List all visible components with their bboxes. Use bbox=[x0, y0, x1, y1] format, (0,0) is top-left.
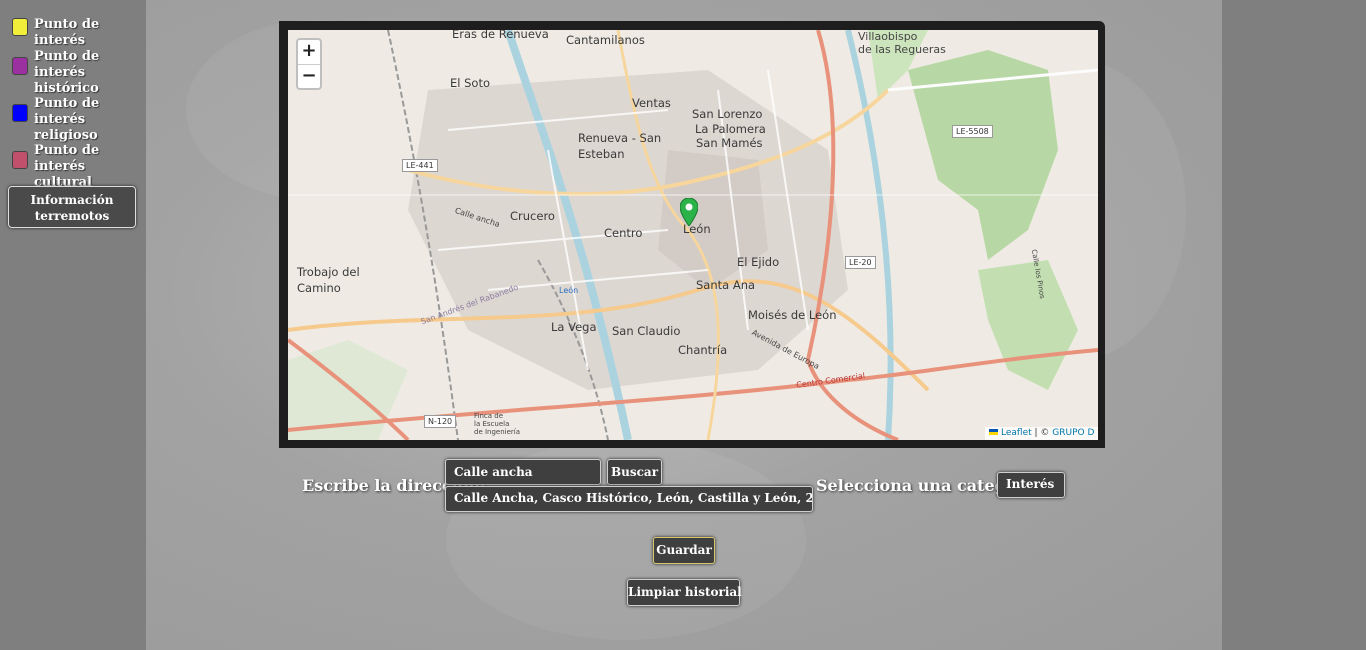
legend-label: Punto de interés bbox=[34, 17, 100, 48]
clear-history-button[interactable]: Limpiar historial bbox=[627, 579, 742, 606]
address-suggestion[interactable]: Calle Ancha, Casco Histórico, León, Cast… bbox=[445, 486, 813, 512]
map-pin-icon[interactable] bbox=[680, 198, 698, 226]
map[interactable]: Eras de Renueva Cantamilanos Villaobispo… bbox=[288, 30, 1098, 440]
legend-item-cultural: Punto de interés cultural bbox=[12, 143, 134, 191]
earthquake-info-button[interactable]: Información terremotos bbox=[8, 186, 136, 228]
legend-item-interes: Punto de interés bbox=[12, 17, 134, 49]
map-label: Santa Ana bbox=[696, 278, 756, 292]
map-label: Cantamilanos bbox=[566, 33, 645, 47]
legend-swatch bbox=[12, 18, 28, 36]
legend-swatch bbox=[12, 104, 28, 122]
map-label: San Mamés bbox=[696, 136, 763, 150]
legend-item-religioso: Punto de interés religioso bbox=[12, 96, 134, 144]
search-button[interactable]: Buscar bbox=[607, 459, 662, 485]
map-label: El Ejido bbox=[737, 255, 780, 269]
map-label: Chantría bbox=[678, 343, 728, 357]
category-select[interactable]: Interés bbox=[997, 472, 1065, 498]
map-label: Renueva - San Esteban bbox=[578, 131, 662, 161]
map-label: León bbox=[559, 286, 579, 295]
ukraine-flag-icon bbox=[989, 429, 998, 435]
map-label: Villaobispo de las Regueras bbox=[858, 30, 946, 56]
map-label: Trobajo del Camino bbox=[297, 265, 360, 295]
legend-label: Punto de interés histórico bbox=[34, 49, 100, 96]
legend-label: Punto de interés cultural bbox=[34, 143, 100, 190]
zoom-control: + − bbox=[296, 38, 322, 90]
leaflet-link[interactable]: Leaflet bbox=[1001, 428, 1032, 438]
legend-label: Punto de interés religioso bbox=[34, 96, 100, 143]
map-label: Ventas bbox=[632, 96, 671, 110]
right-margin bbox=[1222, 0, 1366, 650]
save-button[interactable]: Guardar bbox=[653, 537, 715, 564]
legend-swatch bbox=[12, 57, 28, 75]
map-label: Finca de la Escuela de Ingeniería bbox=[474, 412, 521, 436]
map-label: La Vega bbox=[551, 320, 597, 334]
map-label: La Palomera bbox=[695, 122, 766, 136]
address-input[interactable] bbox=[445, 459, 601, 485]
road-shield: LE-20 bbox=[845, 256, 876, 269]
map-label: Eras de Renueva bbox=[452, 30, 549, 41]
map-label: Moisés de León bbox=[748, 308, 837, 322]
map-label: Crucero bbox=[510, 209, 555, 223]
road-shield: LE-5508 bbox=[952, 125, 993, 138]
attribution-separator: | © bbox=[1031, 428, 1053, 438]
map-label: El Soto bbox=[450, 76, 490, 90]
legend-item-historico: Punto de interés histórico bbox=[12, 49, 134, 97]
road-shield: N-120 bbox=[424, 415, 457, 428]
grupo-d-link[interactable]: GRUPO D bbox=[1052, 428, 1094, 438]
road-shield: LE-441 bbox=[402, 159, 438, 172]
legend-swatch bbox=[12, 151, 28, 169]
map-attribution: Leaflet | © GRUPO D bbox=[985, 427, 1098, 440]
map-label: San Lorenzo bbox=[692, 107, 763, 121]
map-label: San Claudio bbox=[612, 324, 681, 338]
zoom-in-button[interactable]: + bbox=[298, 40, 320, 65]
zoom-out-button[interactable]: − bbox=[298, 65, 320, 89]
map-label: Centro bbox=[604, 226, 643, 240]
